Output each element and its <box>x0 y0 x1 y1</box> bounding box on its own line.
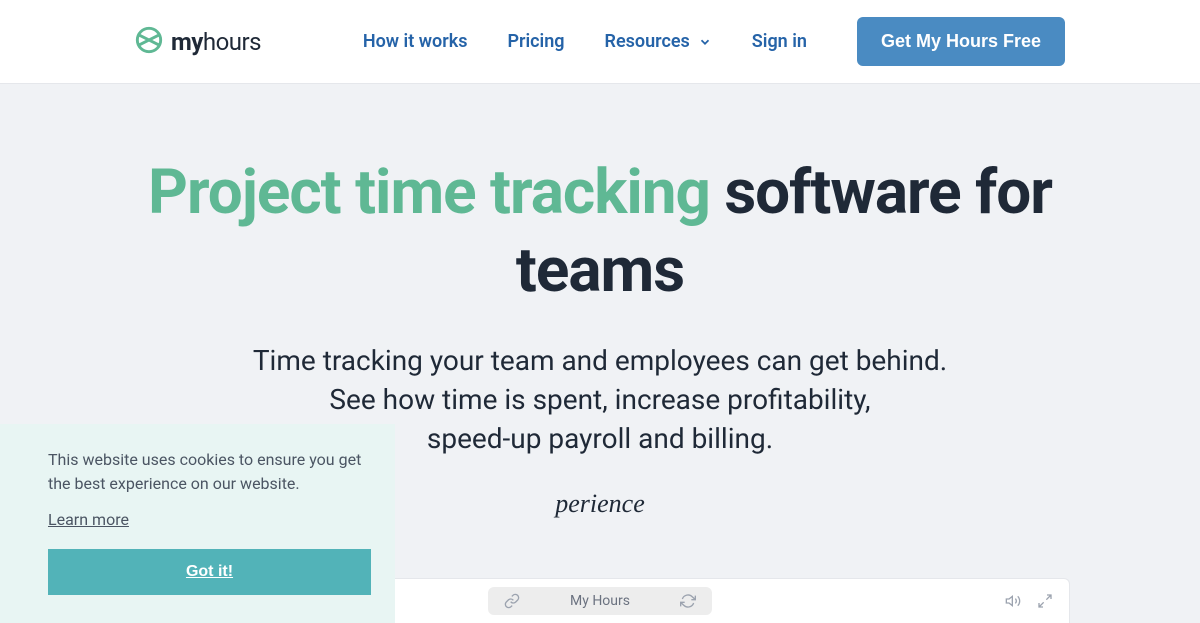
main-nav: How it works Pricing Resources Sign in G… <box>363 17 1065 66</box>
hero-title-accent: Project time tracking <box>148 156 710 229</box>
nav-pricing[interactable]: Pricing <box>507 31 564 52</box>
cookie-banner: This website uses cookies to ensure you … <box>0 424 395 623</box>
subtitle-line-3: speed-up payroll and billing. <box>427 422 773 455</box>
nav-sign-in[interactable]: Sign in <box>752 31 807 52</box>
subtitle-line-2: See how time is spent, increase profitab… <box>329 383 870 416</box>
get-free-button[interactable]: Get My Hours Free <box>857 17 1065 66</box>
nav-how-it-works[interactable]: How it works <box>363 31 468 52</box>
chevron-down-icon <box>698 35 712 49</box>
logo-icon <box>135 26 163 58</box>
link-icon[interactable] <box>504 593 520 609</box>
video-title: My Hours <box>570 593 630 609</box>
header: myhours How it works Pricing Resources S… <box>0 0 1200 84</box>
nav-resources-label: Resources <box>605 31 690 52</box>
nav-resources[interactable]: Resources <box>605 31 712 52</box>
logo[interactable]: myhours <box>135 26 261 58</box>
cookie-text: This website uses cookies to ensure you … <box>48 448 371 496</box>
subtitle-line-1: Time tracking your team and employees ca… <box>253 344 947 377</box>
cookie-learn-more-link[interactable]: Learn more <box>48 510 129 529</box>
volume-icon[interactable] <box>1005 593 1021 609</box>
video-address-bar: My Hours <box>488 587 712 615</box>
refresh-icon[interactable] <box>680 593 696 609</box>
hero-title: Project time tracking software for teams <box>100 154 1100 309</box>
fullscreen-icon[interactable] <box>1037 593 1053 609</box>
logo-text: myhours <box>171 28 261 56</box>
cookie-accept-button[interactable]: Got it! <box>48 549 371 595</box>
